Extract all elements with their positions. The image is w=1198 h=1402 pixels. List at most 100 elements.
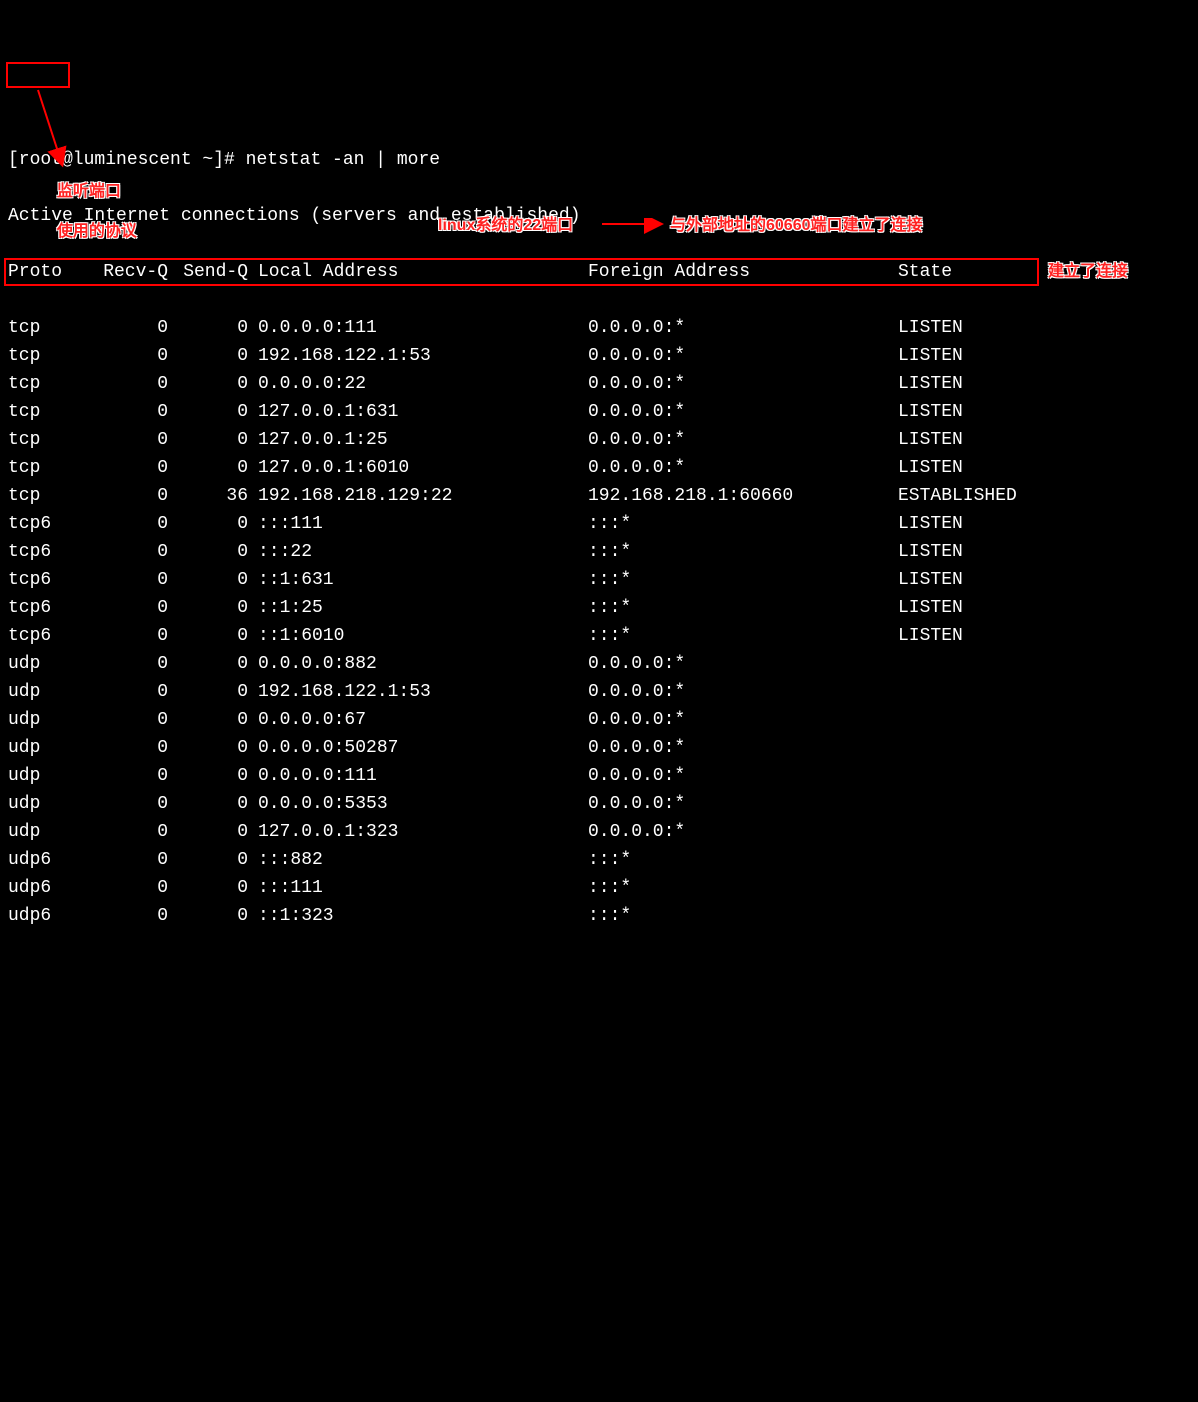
- cell-sendq: 0: [168, 594, 248, 622]
- cell-foreign: 0.0.0.0:*: [588, 678, 898, 706]
- cell-foreign: :::*: [588, 566, 898, 594]
- cell-recvq: 0: [68, 538, 168, 566]
- cell-proto: udp: [8, 734, 68, 762]
- cell-local: 0.0.0.0:67: [248, 706, 588, 734]
- cell-recvq: 0: [68, 370, 168, 398]
- cell-proto: udp: [8, 762, 68, 790]
- cell-foreign: 0.0.0.0:*: [588, 398, 898, 426]
- cell-proto: tcp6: [8, 594, 68, 622]
- cell-local: ::1:6010: [248, 622, 588, 650]
- cell-recvq: 0: [68, 818, 168, 846]
- cell-state: LISTEN: [898, 510, 963, 538]
- table-row: tcp00127.0.0.1:6310.0.0.0:*LISTEN: [8, 398, 1190, 426]
- cell-recvq: 0: [68, 594, 168, 622]
- cell-state: LISTEN: [898, 566, 963, 594]
- cell-proto: udp: [8, 818, 68, 846]
- cell-state: LISTEN: [898, 454, 963, 482]
- cell-sendq: 0: [168, 426, 248, 454]
- cell-local: 192.168.122.1:53: [248, 342, 588, 370]
- cell-state: LISTEN: [898, 622, 963, 650]
- cell-sendq: 0: [168, 706, 248, 734]
- table-row: tcp600:::111:::*LISTEN: [8, 510, 1190, 538]
- cell-proto: tcp6: [8, 538, 68, 566]
- cell-local: ::1:631: [248, 566, 588, 594]
- cell-foreign: 0.0.0.0:*: [588, 314, 898, 342]
- cell-local: :::111: [248, 874, 588, 902]
- cell-proto: tcp: [8, 342, 68, 370]
- table-row: udp600::1:323:::*: [8, 902, 1190, 930]
- proto-annotation-line2: 使用的协议: [57, 223, 137, 240]
- cell-sendq: 0: [168, 566, 248, 594]
- cell-foreign: 0.0.0.0:*: [588, 790, 898, 818]
- table-row: tcp00127.0.0.1:250.0.0.0:*LISTEN: [8, 426, 1190, 454]
- cell-foreign: :::*: [588, 538, 898, 566]
- cell-foreign: 0.0.0.0:*: [588, 762, 898, 790]
- cell-recvq: 0: [68, 342, 168, 370]
- table-row: tcp036192.168.218.129:22192.168.218.1:60…: [8, 482, 1190, 510]
- cell-state: LISTEN: [898, 370, 963, 398]
- terminal-output: [root@luminescent ~]# netstat -an | more…: [8, 118, 1190, 958]
- cell-recvq: 0: [68, 566, 168, 594]
- cell-recvq: 0: [68, 314, 168, 342]
- cell-recvq: 0: [68, 398, 168, 426]
- cell-proto: tcp: [8, 482, 68, 510]
- cell-recvq: 0: [68, 902, 168, 930]
- proto-header-highlight-box: [6, 62, 70, 88]
- table-row: tcp600::1:631:::*LISTEN: [8, 566, 1190, 594]
- cell-local: ::1:323: [248, 902, 588, 930]
- cell-local: 192.168.218.129:22: [248, 482, 588, 510]
- arrow-down-icon: [30, 88, 70, 168]
- cell-recvq: 0: [68, 762, 168, 790]
- cell-sendq: 0: [168, 370, 248, 398]
- table-row: udp00127.0.0.1:3230.0.0.0:*: [8, 818, 1190, 846]
- cell-sendq: 0: [168, 398, 248, 426]
- cell-local: :::111: [248, 510, 588, 538]
- cell-sendq: 0: [168, 734, 248, 762]
- table-row: udp000.0.0.0:53530.0.0.0:*: [8, 790, 1190, 818]
- table-row: udp000.0.0.0:8820.0.0.0:*: [8, 650, 1190, 678]
- table-row: tcp00192.168.122.1:530.0.0.0:*LISTEN: [8, 342, 1190, 370]
- arrow-right-port22-icon: [600, 218, 670, 238]
- cell-local: 192.168.122.1:53: [248, 678, 588, 706]
- cell-state: LISTEN: [898, 398, 963, 426]
- cell-local: ::1:25: [248, 594, 588, 622]
- cell-proto: tcp: [8, 398, 68, 426]
- table-row: tcp600:::22:::*LISTEN: [8, 538, 1190, 566]
- cell-local: 127.0.0.1:25: [248, 426, 588, 454]
- cell-recvq: 0: [68, 482, 168, 510]
- cell-foreign: 0.0.0.0:*: [588, 370, 898, 398]
- cell-foreign: :::*: [588, 874, 898, 902]
- cell-proto: tcp6: [8, 566, 68, 594]
- cell-sendq: 0: [168, 342, 248, 370]
- cell-sendq: 0: [168, 790, 248, 818]
- cell-sendq: 0: [168, 510, 248, 538]
- cell-recvq: 0: [68, 846, 168, 874]
- table-rows: tcp000.0.0.0:1110.0.0.0:*LISTENtcp00192.…: [8, 314, 1190, 930]
- cell-state: LISTEN: [898, 594, 963, 622]
- cell-recvq: 0: [68, 706, 168, 734]
- cell-proto: udp: [8, 678, 68, 706]
- cell-foreign: 0.0.0.0:*: [588, 734, 898, 762]
- cell-proto: tcp: [8, 454, 68, 482]
- cell-proto: tcp: [8, 314, 68, 342]
- cell-foreign: :::*: [588, 622, 898, 650]
- cell-foreign: :::*: [588, 594, 898, 622]
- cell-foreign: 0.0.0.0:*: [588, 342, 898, 370]
- cell-sendq: 0: [168, 454, 248, 482]
- cell-proto: tcp: [8, 370, 68, 398]
- cell-recvq: 0: [68, 622, 168, 650]
- cell-foreign: :::*: [588, 846, 898, 874]
- cell-foreign: 0.0.0.0:*: [588, 650, 898, 678]
- cell-recvq: 0: [68, 426, 168, 454]
- cell-state: LISTEN: [898, 538, 963, 566]
- cell-state: LISTEN: [898, 342, 963, 370]
- proto-annotation: 监听端口 使用的协议: [48, 162, 137, 242]
- cell-sendq: 0: [168, 622, 248, 650]
- table-row: tcp600::1:6010:::*LISTEN: [8, 622, 1190, 650]
- established-row-highlight-box: [4, 258, 1039, 286]
- table-row: tcp000.0.0.0:220.0.0.0:*LISTEN: [8, 370, 1190, 398]
- cell-recvq: 0: [68, 650, 168, 678]
- output-title: Active Internet connections (servers and…: [8, 202, 1190, 230]
- cell-sendq: 0: [168, 678, 248, 706]
- cell-proto: udp: [8, 706, 68, 734]
